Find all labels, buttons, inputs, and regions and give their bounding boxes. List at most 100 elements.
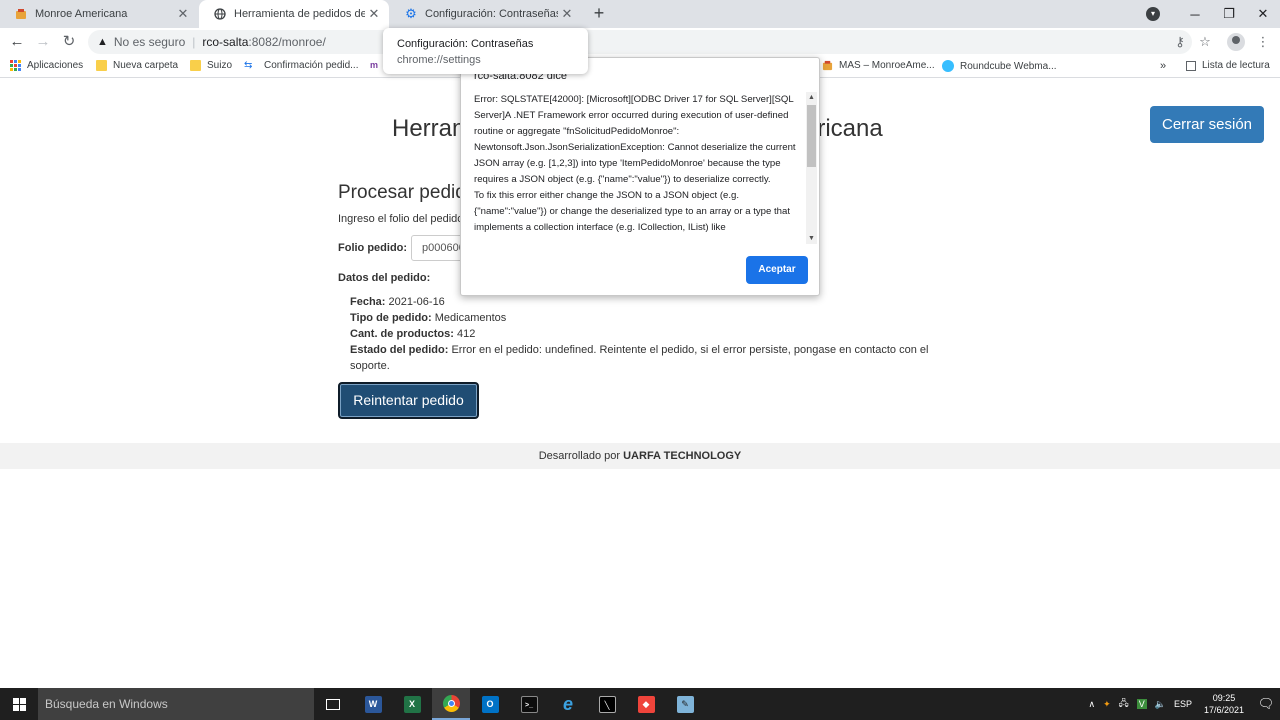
language-indicator[interactable]: ESP <box>1174 699 1192 709</box>
tray-app-icon[interactable]: ✦ <box>1103 699 1111 710</box>
volume-icon[interactable]: 🔈 <box>1155 699 1166 710</box>
system-tray: ∧ ✦ 🖧 V 🔈 ESP 09:25 17/6/2021 🗨 <box>1085 688 1280 720</box>
bookmark-confirmacion[interactable]: ⇆ Confirmación pedid... <box>244 60 359 71</box>
outlook-icon[interactable]: O <box>471 688 509 720</box>
scroll-down-icon[interactable]: ▼ <box>806 233 817 244</box>
notepad-icon[interactable]: ✎ <box>666 688 704 720</box>
tab-title: Configuración: Contraseñas <box>425 8 558 20</box>
tab-herramienta[interactable]: Herramienta de pedidos de Monroe ✕ <box>199 0 389 28</box>
apps-grid-icon <box>10 60 21 71</box>
bookmark-label: Suizo <box>207 60 233 71</box>
profile-icon[interactable] <box>1227 33 1245 51</box>
tab-configuracion[interactable]: ⚙ Configuración: Contraseñas ✕ <box>390 0 582 28</box>
footer-company: UARFA TECHNOLOGY <box>623 450 742 462</box>
section-heading: Procesar pedid <box>338 182 466 203</box>
detail-fecha: Fecha: 2021-06-16 <box>350 294 445 310</box>
intro-text: Ingreso el folio del pedido <box>338 213 464 225</box>
bookmark-label: Confirmación pedid... <box>264 60 359 71</box>
close-icon[interactable]: ✕ <box>365 6 383 22</box>
detail-label: Cant. de productos: <box>350 328 454 340</box>
bookmark-roundcube[interactable]: Roundcube Webma... <box>942 60 1057 72</box>
windows-search[interactable]: Búsqueda en Windows <box>38 688 314 720</box>
footer: Desarrollado por UARFA TECHNOLOGY <box>0 443 1280 469</box>
hover-card-title: Configuración: Contraseñas <box>397 38 534 50</box>
forward-icon[interactable]: → <box>33 32 53 52</box>
new-tab-button[interactable]: + <box>589 2 609 24</box>
bookmark-icon: m <box>370 60 379 70</box>
reading-list-label: Lista de lectura <box>1202 60 1270 71</box>
start-button[interactable] <box>0 688 38 720</box>
notifications-icon[interactable]: 🗨 <box>1252 688 1280 720</box>
tab-search-icon[interactable]: ▾ <box>1146 7 1160 21</box>
divider: | <box>192 35 196 49</box>
footer-prefix: Desarrollado por <box>538 450 621 462</box>
word-icon[interactable]: W <box>354 688 392 720</box>
dialog-message-text: Error: SQLSTATE[42000]: [Microsoft][ODBC… <box>474 94 796 185</box>
minimize-icon[interactable]: ─ <box>1178 7 1212 22</box>
close-icon[interactable]: ✕ <box>174 6 192 22</box>
network-icon[interactable]: 🖧 <box>1119 696 1129 712</box>
clock-time: 09:25 <box>1212 693 1236 703</box>
bookmark-suizo[interactable]: Suizo <box>190 60 232 71</box>
security-status[interactable]: No es seguro <box>114 35 185 49</box>
task-view-icon[interactable] <box>314 688 352 720</box>
tab-title: Herramienta de pedidos de Monroe <box>234 8 365 20</box>
reading-list[interactable]: Lista de lectura <box>1186 60 1270 71</box>
tray-v-icon[interactable]: V <box>1136 699 1147 709</box>
chrome-logo <box>442 694 460 712</box>
console-icon[interactable]: ╲ <box>588 688 626 720</box>
close-icon[interactable]: ✕ <box>558 6 576 22</box>
restore-icon[interactable]: ❐ <box>1212 6 1246 22</box>
detail-estado: Estado del pedido: Error en el pedido: u… <box>350 342 950 374</box>
anydesk-icon[interactable]: ◆ <box>627 688 665 720</box>
bookmark-nueva-carpeta[interactable]: Nueva carpeta <box>96 60 178 71</box>
tab-hover-card: Configuración: Contraseñas chrome://sett… <box>383 28 588 74</box>
menu-icon[interactable]: ⋮ <box>1253 32 1273 52</box>
alert-dialog: rco-salta:8082 dice Error: SQLSTATE[4200… <box>460 57 820 296</box>
dialog-message[interactable]: Error: SQLSTATE[42000]: [Microsoft][ODBC… <box>474 92 804 244</box>
clock[interactable]: 09:25 17/6/2021 <box>1204 692 1244 716</box>
retry-order-button[interactable]: Reintentar pedido <box>338 382 479 419</box>
bookmark-label: Aplicaciones <box>27 60 84 71</box>
dialog-scrollbar-thumb[interactable] <box>807 105 816 167</box>
logout-button[interactable]: Cerrar sesión <box>1150 106 1264 143</box>
globe-icon <box>213 7 227 21</box>
chrome-icon[interactable] <box>432 688 470 720</box>
reload-icon[interactable]: ↻ <box>59 32 79 52</box>
bookmark-apps[interactable]: Aplicaciones <box>10 60 83 71</box>
terminal-icon[interactable]: >_ <box>510 688 548 720</box>
url-host: rco-salta <box>202 35 249 49</box>
warning-icon[interactable]: ▲ <box>97 36 108 48</box>
windows-logo-icon <box>12 697 26 711</box>
more-bookmarks-icon[interactable]: » <box>1160 60 1166 72</box>
star-icon[interactable]: ☆ <box>1195 32 1215 52</box>
detail-value: 2021-06-16 <box>388 296 445 308</box>
accept-button[interactable]: Aceptar <box>746 256 808 284</box>
detail-label: Tipo de pedido: <box>350 312 432 324</box>
close-window-icon[interactable]: ✕ <box>1246 6 1280 22</box>
chevron-up-icon[interactable]: ∧ <box>1089 699 1096 710</box>
order-data-label: Datos del pedido: <box>338 272 431 284</box>
key-icon[interactable]: ⚷ <box>1170 32 1190 52</box>
bookmark-label: MAS – MonroeAme... <box>839 60 935 71</box>
folio-label: Folio pedido: <box>338 242 408 254</box>
clock-date: 17/6/2021 <box>1203 705 1244 715</box>
scroll-up-icon[interactable]: ▲ <box>806 92 817 103</box>
back-icon[interactable]: ← <box>7 32 27 52</box>
detail-label: Fecha: <box>350 296 386 308</box>
url-path: :8082/monroe/ <box>248 35 326 49</box>
windows-taskbar: Búsqueda en Windows W X O >_ e ╲ ◆ ✎ ∧ ✦… <box>0 688 1280 720</box>
tab-monroe[interactable]: Monroe Americana ✕ <box>0 0 198 28</box>
address-bar[interactable]: ▲ No es seguro | rco-salta :8082/monroe/ <box>88 30 1192 54</box>
dialog-message-text: To fix this error either change the JSON… <box>474 190 791 233</box>
detail-value: Medicamentos <box>434 312 507 324</box>
excel-icon[interactable]: X <box>393 688 431 720</box>
detail-tipo: Tipo de pedido: Medicamentos <box>350 310 506 326</box>
bookmark-mas-monroe[interactable]: MAS – MonroeAme... <box>822 60 935 71</box>
bookmark-label: Roundcube Webma... <box>960 60 1057 72</box>
folder-icon <box>190 60 201 71</box>
folder-icon <box>96 60 107 71</box>
hover-card-url: chrome://settings <box>397 54 481 66</box>
edge-icon[interactable]: e <box>549 688 587 720</box>
link-icon: ⇆ <box>244 60 253 71</box>
